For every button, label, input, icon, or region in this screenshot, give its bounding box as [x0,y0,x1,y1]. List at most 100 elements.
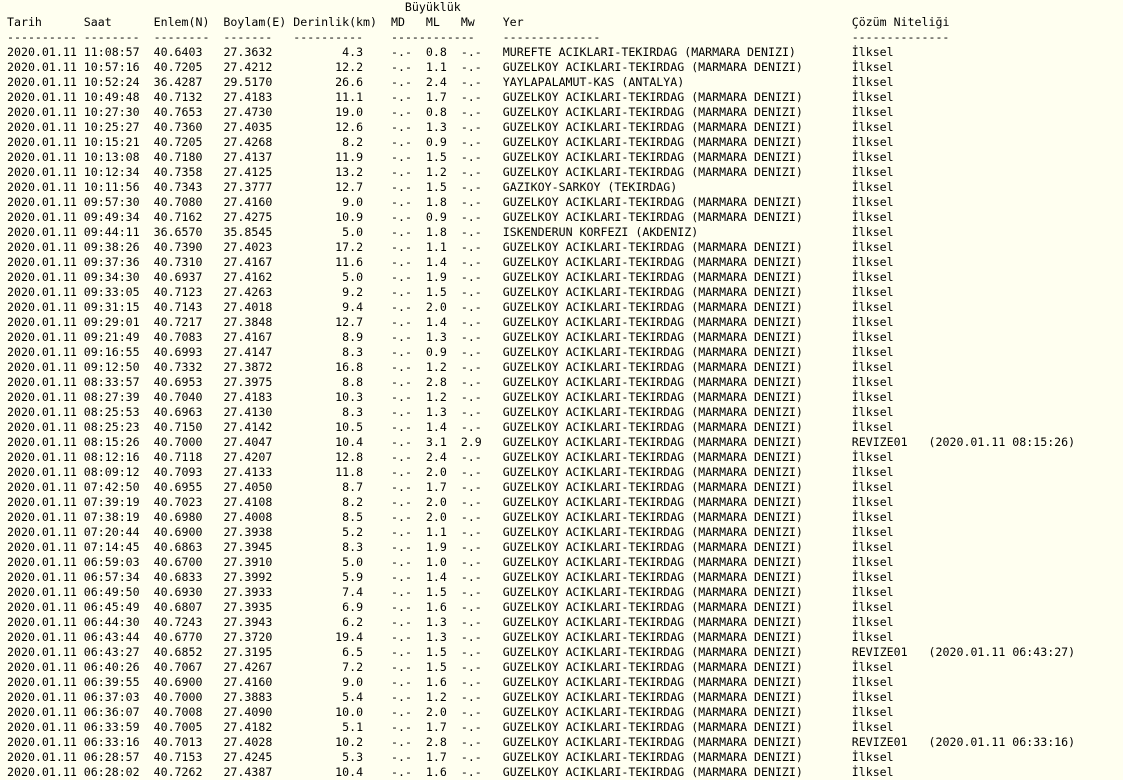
cell-yer: GUZELKOY ACIKLARI-TEKIRDAG (MARMARA DENI… [502,375,803,389]
cell-enlem: 40.6963 [153,405,203,419]
separator: ------------ [390,30,475,44]
cell-derinlik: 5.4 [342,690,364,704]
cell-boylam: 27.3632 [223,45,273,59]
cell-derinlik: 10.5 [335,420,364,434]
table-body: 2020.01.11 11:08:57 40.6403 27.3632 4.3 … [7,45,1123,780]
cell-boylam: 27.4167 [223,330,273,344]
cell-yer: GUZELKOY ACIKLARI-TEKIRDAG (MARMARA DENI… [502,480,803,494]
cell-yer: GUZELKOY ACIKLARI-TEKIRDAG (MARMARA DENI… [502,495,803,509]
cell-md: -.- [391,615,412,629]
cell-yer: GUZELKOY ACIKLARI-TEKIRDAG (MARMARA DENI… [502,525,803,539]
cell-enlem: 40.6953 [153,375,203,389]
cell-md: -.- [391,645,412,659]
cell-derinlik: 12.7 [335,315,364,329]
separator: ---------- [7,30,77,44]
cell-boylam: 27.4167 [223,255,273,269]
cell-boylam: 27.4125 [223,165,273,179]
cell-derinlik: 5.0 [342,555,364,569]
cell-derinlik: 5.0 [342,270,364,284]
cell-ml: 3.1 [425,435,447,449]
cell-cozum: İlksel [851,705,894,719]
cell-mw: -.- [460,555,482,569]
cell-boylam: 27.3883 [223,690,273,704]
cell-saat: 09:57:30 [83,195,140,209]
cell-mw: -.- [460,630,482,644]
cell-mw: -.- [460,105,482,119]
cell-derinlik: 10.2 [335,735,364,749]
table-row: 2020.01.11 08:12:16 40.7118 27.4207 12.8… [7,450,1123,465]
cell-enlem: 40.7653 [153,105,203,119]
cell-tarih: 2020.01.11 [7,300,77,314]
cell-boylam: 27.4730 [223,105,273,119]
cell-enlem: 40.6900 [153,675,203,689]
cell-derinlik: 5.2 [342,525,364,539]
cell-cozum: İlksel [851,750,894,764]
cell-mw: -.- [460,330,482,344]
cell-ml: 1.7 [425,750,447,764]
cell-enlem: 40.7040 [153,390,203,404]
cell-ml: 2.0 [425,300,447,314]
cell-yer: GUZELKOY ACIKLARI-TEKIRDAG (MARMARA DENI… [502,255,803,269]
cell-saat: 10:12:34 [83,165,140,179]
cell-md: -.- [391,195,412,209]
cell-tarih: 2020.01.11 [7,390,77,404]
cell-mw: -.- [460,510,482,524]
cell-mw: -.- [460,405,482,419]
cell-saat: 10:57:16 [83,60,140,74]
cell-cozum: İlksel [851,285,894,299]
cell-cozum: İlksel [851,390,894,404]
cell-enlem: 40.7000 [153,435,203,449]
table-row: 2020.01.11 06:37:03 40.7000 27.3883 5.4 … [7,690,1123,705]
cell-tarih: 2020.01.11 [7,600,77,614]
cell-md: -.- [390,60,412,74]
cell-cozum: İlksel [851,510,894,524]
cell-mw: -.- [460,735,482,749]
cell-tarih: 2020.01.11 [7,645,77,659]
cell-mw: -.- [460,705,482,719]
table-row: 2020.01.11 10:52:24 36.4287 29.5170 26.6… [7,75,1123,90]
cell-mw: -.- [460,675,482,689]
cell-cozum: İlksel [851,240,894,254]
table-row: 2020.01.11 09:34:30 40.6937 27.4162 5.0 … [7,270,1123,285]
cell-yer: GUZELKOY ACIKLARI-TEKIRDAG (MARMARA DENI… [502,330,803,344]
cell-cozum: İlksel [851,450,894,464]
cell-md: -.- [390,390,412,404]
cell-derinlik: 6.9 [342,600,364,614]
cell-saat: 06:43:27 [83,645,140,659]
cell-yer: GUZELKOY ACIKLARI-TEKIRDAG (MARMARA DENI… [502,60,803,74]
cell-ml: 1.5 [425,660,447,674]
cell-enlem: 40.7153 [153,750,203,764]
cell-tarih: 2020.01.11 [7,150,77,164]
cell-md: -.- [390,465,412,479]
cell-ml: 2.0 [425,705,447,719]
cell-cozum: İlksel [851,180,894,194]
cell-derinlik: 8.2 [342,135,364,149]
cell-saat: 09:37:36 [83,255,140,269]
cell-md: -.- [391,480,412,494]
cell-cozum: İlksel [851,570,894,584]
cell-md: -.- [390,630,412,644]
cell-enlem: 40.7123 [153,285,203,299]
cell-mw: -.- [460,165,482,179]
cell-md: -.- [390,435,412,449]
table-row: 2020.01.11 06:28:57 40.7153 27.4245 5.3 … [7,750,1123,765]
cell-tarih: 2020.01.11 [7,330,77,344]
cell-md: -.- [391,585,412,599]
cell-md: -.- [390,75,412,89]
cell-derinlik: 9.4 [342,300,364,314]
cell-yer: GUZELKOY ACIKLARI-TEKIRDAG (MARMARA DENI… [502,210,803,224]
cell-derinlik: 12.2 [335,60,364,74]
cell-ml: 2.4 [425,75,447,89]
table-row: 2020.01.11 08:25:53 40.6963 27.4130 8.3 … [7,405,1123,420]
cell-boylam: 27.4183 [223,90,273,104]
cell-yer: GUZELKOY ACIKLARI-TEKIRDAG (MARMARA DENI… [502,135,803,149]
cell-md: -.- [390,105,412,119]
cell-yer: GUZELKOY ACIKLARI-TEKIRDAG (MARMARA DENI… [502,285,803,299]
cell-boylam: 27.4133 [223,465,273,479]
cell-md: -.- [390,90,412,104]
cell-md: -.- [390,420,412,434]
cell-md: -.- [391,345,412,359]
cell-cozum: İlksel [851,300,894,314]
cell-saat: 10:49:48 [83,90,140,104]
cell-boylam: 27.4035 [223,120,273,134]
